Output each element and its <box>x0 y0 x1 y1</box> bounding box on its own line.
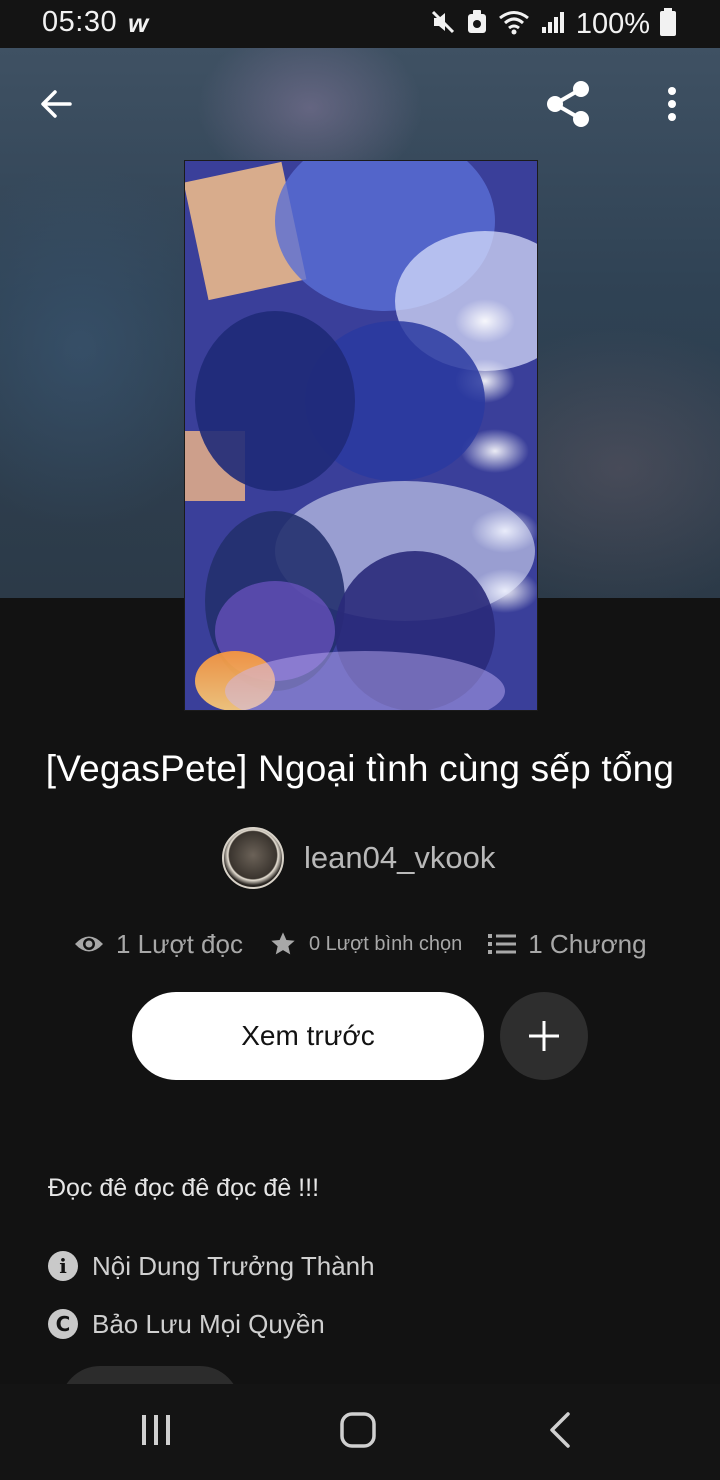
plus-icon <box>529 1021 559 1051</box>
status-time: 05:30 <box>42 6 118 38</box>
story-stats: 1 Lượt đọc 0 Lượt bình chọn 1 Chương <box>74 924 647 964</box>
home-icon <box>340 1412 376 1448</box>
share-button[interactable] <box>536 72 600 136</box>
chapters-stat: 1 Chương <box>488 928 647 960</box>
share-icon <box>547 81 589 127</box>
eye-icon <box>75 936 103 952</box>
story-title: [VegasPete] Ngoại tình cùng sếp tổng <box>45 748 675 789</box>
reads-count: 1 Lượt đọc <box>116 928 243 959</box>
cover-artwork <box>185 161 537 710</box>
votes-stat: 0 Lượt bình chọn <box>269 930 462 958</box>
wattpad-notification-icon: w <box>128 8 149 38</box>
back-icon <box>550 1412 570 1448</box>
recent-apps-icon <box>142 1415 170 1445</box>
status-icons: 100% <box>430 6 676 42</box>
chapters-count: 1 Chương <box>528 928 647 959</box>
wifi-icon <box>498 9 530 40</box>
copyright-label: Bảo Lưu Mọi Quyền <box>92 1308 325 1339</box>
author-link[interactable]: lean04_vkook <box>222 826 495 890</box>
battery-level: 100% <box>575 7 650 40</box>
info-icon: i <box>48 1251 78 1281</box>
system-navigation-bar <box>0 1384 720 1480</box>
content-rating-row: i Nội Dung Trưởng Thành <box>48 1248 375 1284</box>
signal-icon <box>540 9 566 40</box>
add-to-library-button[interactable] <box>500 992 588 1080</box>
story-description: Đọc đê đọc đê đọc đê !!! <box>48 1174 320 1202</box>
back-button[interactable] <box>24 72 88 136</box>
copyright-icon: C <box>48 1309 78 1339</box>
more-vertical-icon <box>668 87 676 121</box>
reads-stat: 1 Lượt đọc <box>74 929 243 960</box>
home-button[interactable] <box>318 1390 398 1470</box>
author-name[interactable]: lean04_vkook <box>304 840 495 876</box>
author-avatar[interactable] <box>222 827 284 889</box>
list-icon <box>488 934 517 954</box>
recent-apps-button[interactable] <box>116 1390 196 1470</box>
battery-icon <box>660 7 676 41</box>
votes-count: 0 Lượt bình chọn <box>308 932 463 955</box>
preview-button[interactable]: Xem trước <box>132 992 484 1080</box>
story-cover-image[interactable] <box>184 160 538 711</box>
copyright-row: C Bảo Lưu Mọi Quyền <box>48 1306 325 1342</box>
data-saver-icon <box>466 9 488 40</box>
status-bar: 05:30 w 100% <box>0 0 720 48</box>
mute-icon <box>430 9 456 40</box>
content-rating-label: Nội Dung Trưởng Thành <box>92 1250 375 1281</box>
system-back-button[interactable] <box>520 1390 600 1470</box>
star-icon <box>271 932 295 955</box>
arrow-left-icon <box>41 90 72 118</box>
more-options-button[interactable] <box>640 72 704 136</box>
